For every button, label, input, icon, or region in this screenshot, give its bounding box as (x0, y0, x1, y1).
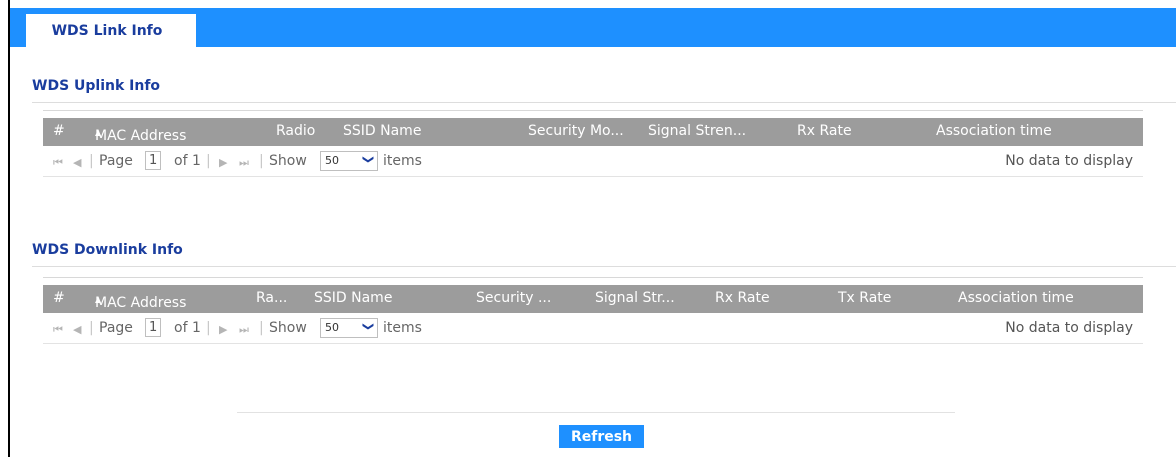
footer-divider (237, 412, 955, 413)
page-size-value: 50 (325, 154, 339, 167)
col-index[interactable]: # (53, 123, 65, 139)
col-mac-label: MAC Address (95, 128, 187, 144)
page-label: Page (99, 320, 133, 336)
section-divider (32, 102, 1176, 103)
col-radio[interactable]: Radio (276, 123, 315, 139)
pager-separator: | (89, 320, 94, 336)
last-page-icon[interactable]: ⏭ (239, 156, 249, 170)
page-of-label: of 1 (174, 320, 201, 336)
uplink-table-header: # MAC Address ▲ Radio SSID Name Security… (43, 118, 1143, 146)
show-label: Show (269, 320, 307, 336)
uplink-section-title: WDS Uplink Info (32, 78, 161, 94)
empty-message: No data to display (1005, 320, 1133, 336)
tab-label: WDS Link Info (51, 22, 163, 39)
col-tx-rate[interactable]: Tx Rate (838, 290, 891, 306)
sort-asc-icon: ▲ (95, 295, 102, 304)
col-ssid-name[interactable]: SSID Name (343, 123, 421, 139)
page-size-select[interactable]: 50 ❯ (320, 151, 378, 171)
col-signal-strength[interactable]: Signal Str... (595, 290, 675, 306)
page-number-input[interactable]: 1 (145, 318, 162, 337)
chevron-down-icon: ❯ (361, 154, 375, 165)
show-label: Show (269, 153, 307, 169)
page-of-label: of 1 (174, 153, 201, 169)
page-label: Page (99, 153, 133, 169)
tab-bar: WDS Link Info (10, 8, 1176, 47)
next-page-icon[interactable]: ▶ (219, 156, 227, 169)
col-rx-rate[interactable]: Rx Rate (797, 123, 852, 139)
table-top-border (43, 277, 1143, 278)
col-association-time[interactable]: Association time (936, 123, 1052, 139)
page-size-select[interactable]: 50 ❯ (320, 318, 378, 338)
pager-separator: | (206, 153, 211, 169)
col-signal-strength[interactable]: Signal Stren... (648, 123, 746, 139)
section-divider (32, 266, 1176, 267)
tab-wds-link-info[interactable]: WDS Link Info (26, 14, 196, 47)
prev-page-icon[interactable]: ◀ (73, 156, 81, 169)
prev-page-icon[interactable]: ◀ (73, 323, 81, 336)
page-size-value: 50 (325, 321, 339, 334)
downlink-table-header: # MAC Address ▲ Ra... SSID Name Security… (43, 285, 1143, 313)
sort-asc-icon: ▲ (95, 128, 102, 137)
first-page-icon[interactable]: ⏮ (53, 156, 63, 170)
wds-link-info-page: WDS Link Info WDS Uplink Info # MAC Addr… (10, 0, 1176, 457)
col-security[interactable]: Security ... (476, 290, 551, 306)
page-number-input[interactable]: 1 (145, 151, 162, 170)
uplink-pager: ⏮ ◀ | Page 1 of 1 | ▶ ⏭ | Show 50 ❯ items… (43, 148, 1143, 177)
downlink-section-title: WDS Downlink Info (32, 242, 183, 258)
items-label: items (383, 153, 422, 169)
empty-message: No data to display (1005, 153, 1133, 169)
pager-separator: | (259, 320, 264, 336)
col-rx-rate[interactable]: Rx Rate (715, 290, 770, 306)
col-index[interactable]: # (53, 290, 65, 306)
refresh-button[interactable]: Refresh (559, 425, 644, 448)
downlink-pager: ⏮ ◀ | Page 1 of 1 | ▶ ⏭ | Show 50 ❯ items… (43, 315, 1143, 344)
col-security-mode[interactable]: Security Mo... (528, 123, 624, 139)
pager-separator: | (206, 320, 211, 336)
table-top-border (43, 110, 1143, 111)
first-page-icon[interactable]: ⏮ (53, 323, 63, 337)
pager-separator: | (259, 153, 264, 169)
next-page-icon[interactable]: ▶ (219, 323, 227, 336)
col-radio[interactable]: Ra... (256, 290, 287, 306)
col-mac-label: MAC Address (95, 295, 187, 311)
chevron-down-icon: ❯ (361, 321, 375, 332)
col-ssid-name[interactable]: SSID Name (314, 290, 392, 306)
last-page-icon[interactable]: ⏭ (239, 323, 249, 337)
col-association-time[interactable]: Association time (958, 290, 1074, 306)
pager-separator: | (89, 153, 94, 169)
items-label: items (383, 320, 422, 336)
